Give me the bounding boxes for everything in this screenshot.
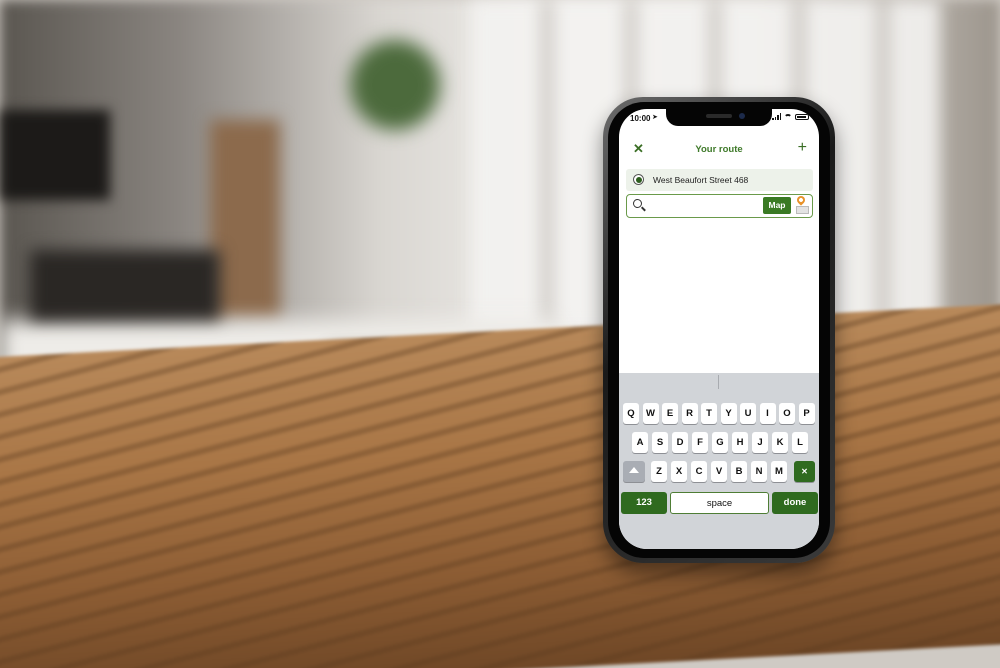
key-n[interactable]: N xyxy=(751,461,767,482)
keyboard-row-3: Z X C V B N M ✕ xyxy=(619,461,819,483)
key-m[interactable]: M xyxy=(771,461,787,482)
key-h[interactable]: H xyxy=(732,432,748,453)
start-point-icon xyxy=(633,174,644,185)
folded-map xyxy=(796,206,809,214)
keyboard-row-2: A S D F G H J K L xyxy=(619,432,819,454)
keyboard-row-1: Q W E R T Y U I O P xyxy=(619,403,819,425)
key-v[interactable]: V xyxy=(711,461,727,482)
key-i[interactable]: I xyxy=(759,403,776,424)
key-a[interactable]: A xyxy=(632,432,648,453)
location-arrow-icon: ➤ xyxy=(652,114,658,121)
key-c[interactable]: C xyxy=(691,461,707,482)
route-start-row[interactable]: West Beaufort Street 468 xyxy=(626,169,813,191)
page-title: Your route xyxy=(695,144,743,155)
wooden-table xyxy=(0,301,1000,668)
search-icon xyxy=(633,199,642,208)
key-j[interactable]: J xyxy=(752,432,768,453)
key-l[interactable]: L xyxy=(792,432,808,453)
background-plant xyxy=(350,40,440,130)
background-console xyxy=(30,250,220,320)
camera-icon xyxy=(739,113,745,119)
map-button[interactable]: Map xyxy=(763,197,791,214)
key-u[interactable]: U xyxy=(740,403,756,424)
phone-notch xyxy=(666,109,772,126)
key-o[interactable]: O xyxy=(779,403,795,424)
battery-icon xyxy=(795,113,809,120)
key-y[interactable]: Y xyxy=(720,403,737,424)
key-k[interactable]: K xyxy=(772,432,788,453)
key-q[interactable]: Q xyxy=(623,403,639,424)
key-t[interactable]: T xyxy=(701,403,717,424)
status-icons xyxy=(772,113,809,120)
map-pin-icon[interactable] xyxy=(795,194,810,215)
key-w[interactable]: W xyxy=(642,403,659,424)
speaker-grille xyxy=(706,114,732,118)
done-button[interactable]: done xyxy=(772,492,818,514)
nav-bar: ✕ Your route + xyxy=(619,139,819,161)
key-r[interactable]: R xyxy=(681,403,698,424)
destination-search-bar[interactable]: Map xyxy=(626,194,813,218)
status-time: 10:00 xyxy=(630,114,651,123)
background-photo xyxy=(0,0,1000,668)
background-shelf xyxy=(210,120,280,320)
pin-marker xyxy=(795,194,807,206)
key-b[interactable]: B xyxy=(731,461,747,482)
space-key[interactable]: space xyxy=(670,492,769,514)
start-address: West Beaufort Street 468 xyxy=(653,175,749,185)
key-g[interactable]: G xyxy=(712,432,728,453)
key-f[interactable]: F xyxy=(692,432,708,453)
phone-screen: 10:00 ➤ ✕ Your route + West Beaufort Str… xyxy=(619,109,819,549)
shift-icon[interactable] xyxy=(623,461,645,482)
key-e[interactable]: E xyxy=(662,403,678,424)
wifi-icon xyxy=(784,113,792,120)
key-x[interactable]: X xyxy=(671,461,687,482)
on-screen-keyboard: Q W E R T Y U I O P A S D F G H J K L Z … xyxy=(619,373,819,549)
keyboard-divider xyxy=(718,375,719,389)
destination-search-input[interactable] xyxy=(649,198,759,213)
numbers-key[interactable]: 123 xyxy=(621,492,667,514)
background-tv xyxy=(0,110,110,200)
key-s[interactable]: S xyxy=(652,432,668,453)
phone-device: 10:00 ➤ ✕ Your route + West Beaufort Str… xyxy=(603,97,835,563)
key-z[interactable]: Z xyxy=(651,461,667,482)
add-stop-icon[interactable]: + xyxy=(798,139,807,157)
delete-icon[interactable]: ✕ xyxy=(794,461,815,482)
key-d[interactable]: D xyxy=(672,432,688,453)
key-p[interactable]: P xyxy=(798,403,815,424)
signal-icon xyxy=(772,113,781,120)
keyboard-row-4: 123 space done xyxy=(619,492,819,514)
